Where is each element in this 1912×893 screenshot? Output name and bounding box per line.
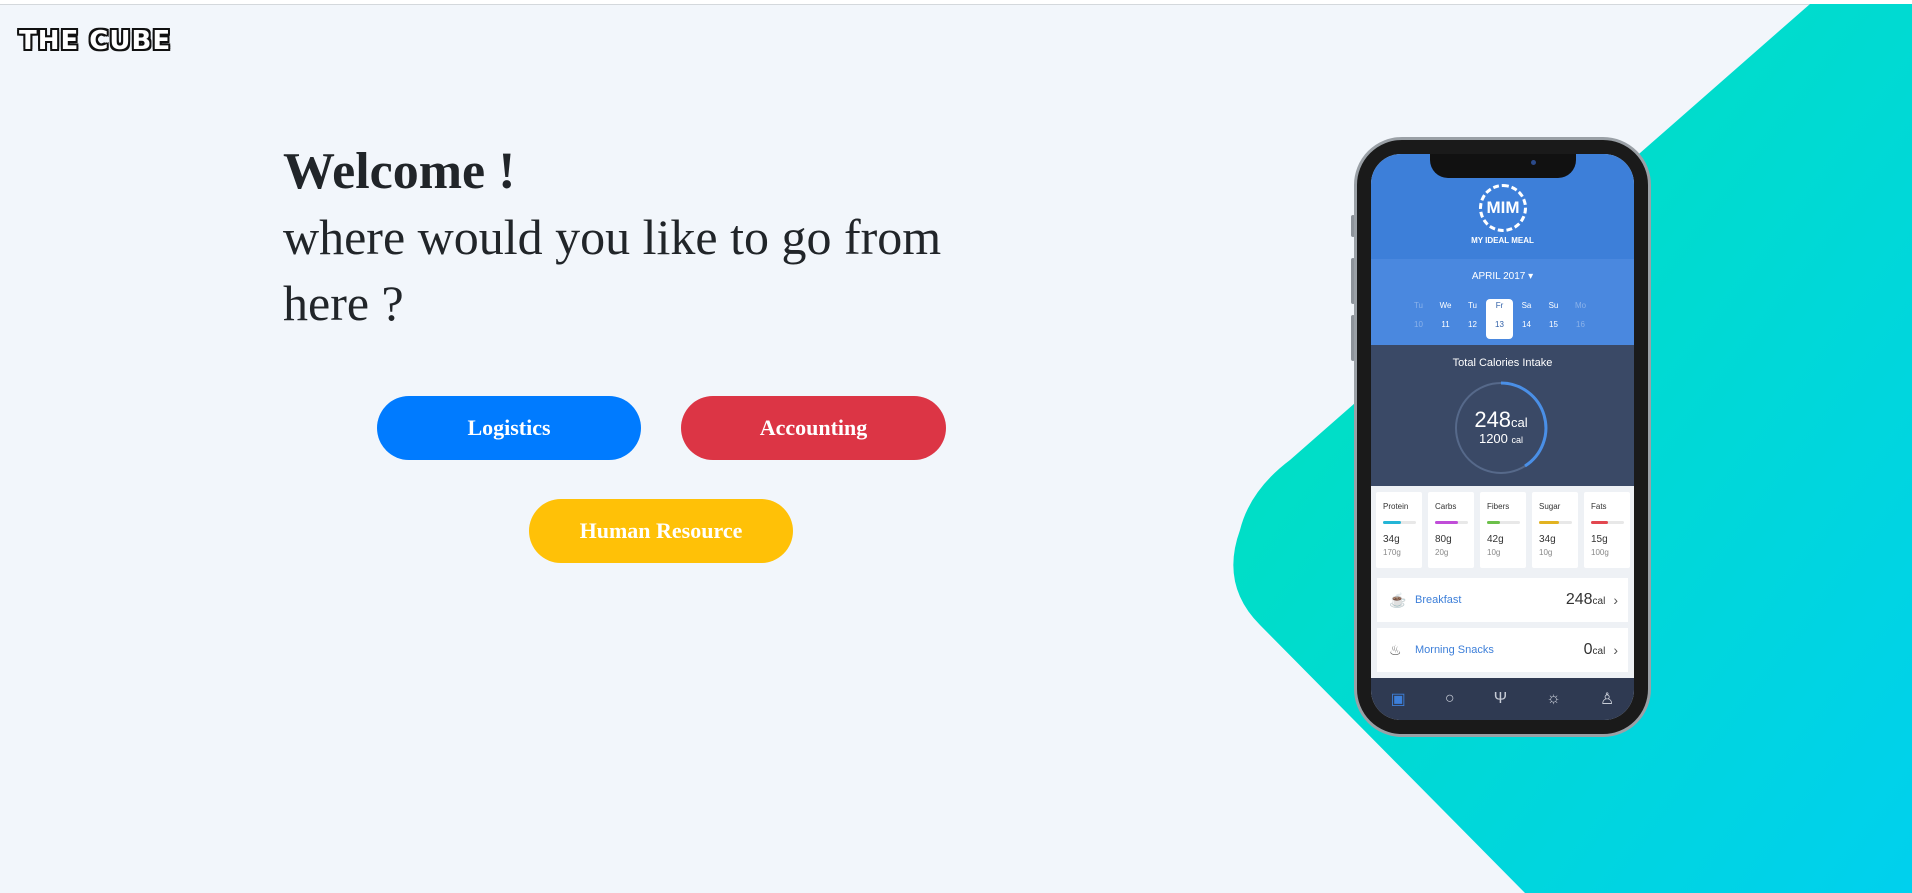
day-name: We <box>1439 301 1452 310</box>
diary-icon: ▣ <box>1390 691 1406 708</box>
nutrient-bar <box>1383 521 1416 524</box>
app-logo: MIM <box>1479 184 1527 232</box>
nutrient-name: Fibers <box>1487 502 1510 511</box>
nutrient-max: 20g <box>1435 548 1449 557</box>
day-name: Su <box>1548 301 1559 310</box>
day-item-selected: Fr 13 <box>1486 299 1513 339</box>
meal-row-breakfast: ☕ Breakfast 248cal › <box>1377 578 1628 622</box>
accounting-button[interactable]: Accounting <box>681 396 946 460</box>
calories-unit: cal <box>1511 415 1528 430</box>
nutrient-cards: Protein 34g 170g Carbs 80g 20g Fibers 42g 10g … <box>1376 492 1630 568</box>
chevron-right-icon: › <box>1613 592 1618 608</box>
nutrient-bar <box>1591 521 1624 524</box>
nutrient-name: Fats <box>1591 502 1607 511</box>
day-list: Tu 10 We 11 Tu 12 Fr 13 Sa 14 Su 15 Mo 16 <box>1405 299 1594 339</box>
app-tab-bar: ▣ ○ Ψ ☼ ♙ <box>1371 678 1634 720</box>
top-border <box>0 0 1912 5</box>
meal-name: Morning Snacks <box>1415 644 1494 656</box>
day-name: Sa <box>1521 301 1532 310</box>
day-item: Tu 10 <box>1405 299 1432 339</box>
nutrient-bar <box>1435 521 1468 524</box>
calories-max-unit: cal <box>1511 435 1524 445</box>
nutrient-value: 80g <box>1435 534 1452 545</box>
day-date: 11 <box>1441 320 1450 329</box>
nutrient-card: Sugar 34g 10g <box>1532 492 1578 568</box>
breakfast-icon: ☕ <box>1389 591 1407 608</box>
search-icon: ○ <box>1444 690 1455 707</box>
calendar-strip: APRIL 2017 ▾ Tu 10 We 11 Tu 12 Fr 13 Sa 14 Su… <box>1371 259 1634 345</box>
phone-screen: MIM MY IDEAL MEAL APRIL 2017 ▾ Tu 10 We 11… <box>1371 154 1634 720</box>
nutrient-max: 170g <box>1383 548 1401 557</box>
day-name: Tu <box>1413 301 1424 310</box>
meal-name: Breakfast <box>1415 594 1462 606</box>
day-date: 10 <box>1414 320 1423 329</box>
nutrient-value: 34g <box>1383 534 1400 545</box>
calories-max-number: 1200 <box>1478 431 1508 446</box>
nutrient-bar <box>1487 521 1520 524</box>
day-date: 16 <box>1576 320 1585 329</box>
brand-logo[interactable]: THE CUBE <box>19 26 171 56</box>
day-item: Su 15 <box>1540 299 1567 339</box>
nutrient-card: Carbs 80g 20g <box>1428 492 1474 568</box>
profile-icon: ♙ <box>1600 691 1615 708</box>
calories-panel: Total Calories Intake 248cal 1200 cal <box>1371 345 1634 486</box>
meal-calories-number: 0 <box>1583 641 1593 658</box>
phone-notch <box>1430 154 1576 178</box>
app-name: MY IDEAL MEAL <box>1471 236 1534 245</box>
day-date: 14 <box>1522 320 1531 329</box>
day-name: Mo <box>1574 301 1587 310</box>
nutrient-card: Fibers 42g 10g <box>1480 492 1526 568</box>
calories-number: 248 <box>1474 407 1512 432</box>
nutrient-card: Fats 15g 100g <box>1584 492 1630 568</box>
day-item: We 11 <box>1432 299 1459 339</box>
chevron-right-icon: › <box>1613 642 1618 658</box>
nutrient-value: 42g <box>1487 534 1504 545</box>
meal-calories-unit: cal <box>1592 596 1606 607</box>
day-date: 13 <box>1495 320 1504 329</box>
totals-title: Total Calories Intake <box>1452 357 1553 369</box>
day-name: Tu <box>1467 301 1478 310</box>
camera-dot <box>1531 160 1536 165</box>
day-item: Tu 12 <box>1459 299 1486 339</box>
meal-calories-unit: cal <box>1592 646 1606 657</box>
human-resource-button[interactable]: Human Resource <box>529 499 793 563</box>
calories-value: 248cal <box>1453 407 1549 433</box>
meal-calories: 0cal <box>1584 641 1606 659</box>
phone-mockup: MIM MY IDEAL MEAL APRIL 2017 ▾ Tu 10 We 11… <box>1354 137 1651 737</box>
nutrient-value: 15g <box>1591 534 1608 545</box>
logistics-button[interactable]: Logistics <box>377 396 641 460</box>
nutrient-name: Protein <box>1383 502 1409 511</box>
day-item: Sa 14 <box>1513 299 1540 339</box>
nutrient-name: Carbs <box>1435 502 1457 511</box>
welcome-title: Welcome ! <box>283 143 516 200</box>
idea-icon: ☼ <box>1546 690 1561 707</box>
meal-row-morning-snacks: ♨ Morning Snacks 0cal › <box>1377 628 1628 672</box>
day-date: 12 <box>1468 320 1477 329</box>
meal-calories: 248cal <box>1566 591 1606 609</box>
nutrient-card: Protein 34g 170g <box>1376 492 1422 568</box>
month-selector: APRIL 2017 ▾ <box>1471 271 1534 282</box>
nutrient-name: Sugar <box>1539 502 1561 511</box>
nutrient-max: 10g <box>1539 548 1553 557</box>
calories-max: 1200 cal <box>1453 431 1549 446</box>
meal-calories-number: 248 <box>1565 591 1593 608</box>
food-icon: Ψ <box>1493 690 1508 707</box>
nutrient-bar <box>1539 521 1572 524</box>
nutrient-max: 10g <box>1487 548 1501 557</box>
day-name: Fr <box>1495 301 1504 310</box>
welcome-section: Welcome ! where would you like to go fro… <box>283 140 1003 336</box>
day-date: 15 <box>1549 320 1558 329</box>
day-item: Mo 16 <box>1567 299 1594 339</box>
snacks-icon: ♨ <box>1389 641 1402 658</box>
nutrient-value: 34g <box>1539 534 1556 545</box>
nutrient-max: 100g <box>1591 548 1609 557</box>
welcome-subtitle: where would you like to go from here ? <box>283 209 942 331</box>
